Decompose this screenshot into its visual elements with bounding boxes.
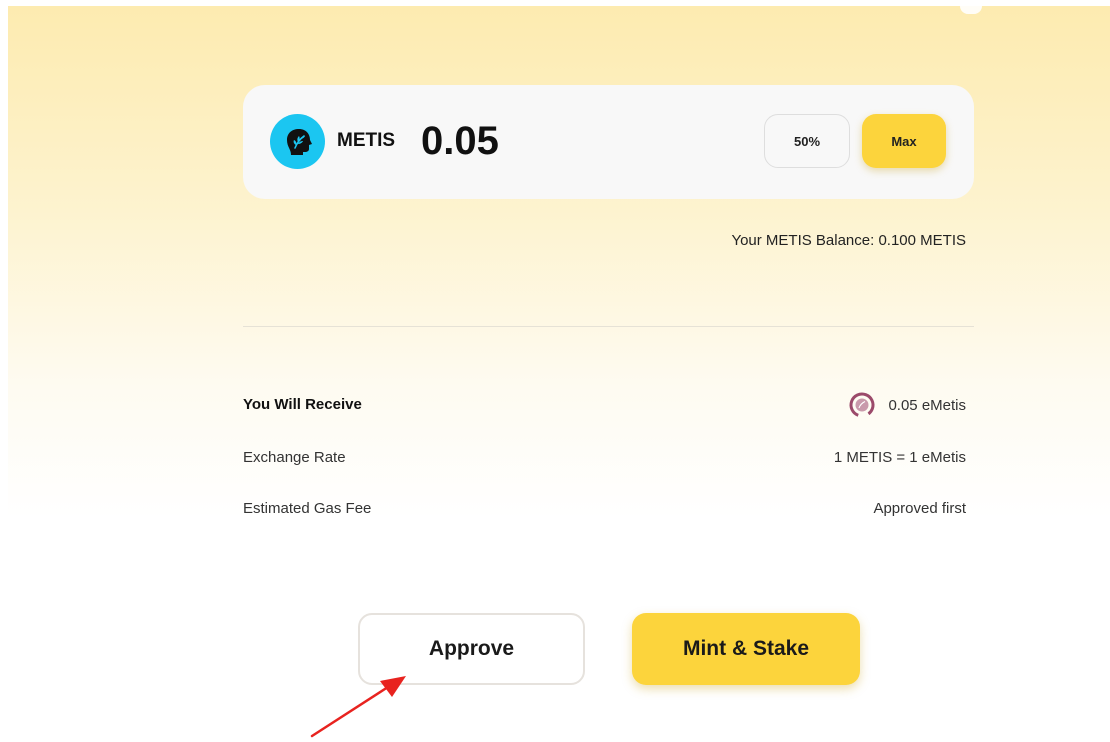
- mint-stake-button[interactable]: Mint & Stake: [632, 613, 860, 685]
- approve-button[interactable]: Approve: [358, 613, 585, 685]
- receive-value-group: 0.05 eMetis: [848, 391, 966, 419]
- divider: [243, 326, 974, 327]
- receive-label: You Will Receive: [243, 396, 362, 413]
- exchange-rate-label: Exchange Rate: [243, 449, 346, 466]
- max-button[interactable]: Max: [862, 114, 946, 168]
- gas-fee-value: Approved first: [873, 500, 966, 517]
- gas-fee-label: Estimated Gas Fee: [243, 500, 372, 517]
- stake-panel: METIS 50% Max Your METIS Balance: 0.100 …: [8, 6, 1110, 738]
- exchange-rate-value: 1 METIS = 1 eMetis: [833, 449, 966, 466]
- receive-value: 0.05 eMetis: [888, 396, 966, 414]
- amount-input-card: METIS 50% Max: [243, 85, 974, 199]
- metis-token-icon: [270, 114, 325, 169]
- token-symbol: METIS: [337, 130, 396, 151]
- fifty-percent-button[interactable]: 50%: [764, 114, 850, 168]
- metis-balance: Your METIS Balance: 0.100 METIS: [731, 232, 966, 249]
- decorative-dot: [960, 6, 982, 14]
- emetis-token-icon: [849, 392, 875, 418]
- amount-input[interactable]: [421, 113, 721, 169]
